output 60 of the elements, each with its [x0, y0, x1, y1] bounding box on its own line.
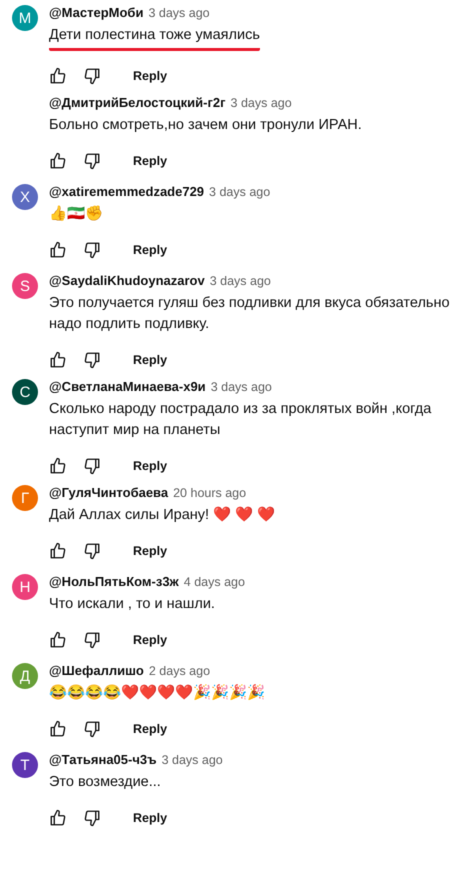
reply-button[interactable]: Reply — [133, 65, 168, 87]
reply-button[interactable]: Reply — [133, 807, 168, 829]
reply-button[interactable]: Reply — [133, 349, 168, 371]
comment-author[interactable]: @ДмитрийБелостоцкий-г2г — [49, 95, 226, 110]
thumb-up-icon[interactable] — [49, 351, 67, 369]
comment-author[interactable]: @xatirememmedzade729 — [49, 184, 204, 199]
comment-author[interactable]: @НольПятьКом-з3ж — [49, 574, 179, 589]
comment-author[interactable]: @ГуляЧинтобаева — [49, 485, 168, 500]
thumb-down-icon[interactable] — [83, 720, 101, 738]
thumb-up-icon[interactable] — [49, 152, 67, 170]
reply-button[interactable]: Reply — [133, 629, 168, 651]
avatar[interactable]: Н — [12, 574, 38, 600]
comment-time[interactable]: 3 days ago — [210, 380, 272, 394]
comment-time[interactable]: 3 days ago — [148, 6, 210, 20]
avatar[interactable]: X — [12, 184, 38, 210]
comment-text: Что искали , то и нашли. — [49, 595, 215, 614]
reply-button[interactable]: Reply — [133, 239, 168, 261]
comment-author[interactable]: @Шефаллишо — [49, 663, 144, 678]
avatar[interactable]: S — [12, 273, 38, 299]
thumb-up-icon[interactable] — [49, 241, 67, 259]
comment-time[interactable]: 3 days ago — [230, 96, 292, 110]
comment-text: 👍🇮🇷✊ — [49, 204, 103, 224]
comment-text: 😂😂😂😂❤❤❤❤🎉🎉🎉🎉 — [49, 683, 265, 703]
comment-time[interactable]: 3 days ago — [209, 185, 270, 199]
thumb-up-icon[interactable] — [49, 631, 67, 649]
thumb-up-icon[interactable] — [49, 542, 67, 560]
comment-author[interactable]: @Татьяна05-ч3ъ — [49, 752, 157, 767]
comment-text: Больно смотреть,но зачем они тронули ИРАН. — [49, 116, 362, 135]
comment-author[interactable]: @SaydaliKhudoynazarov — [49, 273, 205, 288]
comment-text: Это получается гуляш без подливки для вкуса обязательно надо подлить подливку. — [49, 294, 451, 334]
comment-author[interactable]: @МастерМоби — [49, 5, 144, 20]
comment-text: Дай Аллах силы Ирану! ❤ ❤ ❤ — [49, 506, 276, 525]
reply-button[interactable]: Reply — [133, 150, 168, 172]
comment-time[interactable]: 2 days ago — [148, 664, 210, 678]
thumb-down-icon[interactable] — [83, 542, 101, 560]
comment-time[interactable]: 4 days ago — [184, 575, 245, 589]
comment-time[interactable]: 20 hours ago — [173, 486, 246, 500]
comment-text: Дети полестина тоже умаялись — [49, 25, 260, 51]
thumb-down-icon[interactable] — [83, 152, 101, 170]
thumb-down-icon[interactable] — [83, 457, 101, 475]
reply-button[interactable]: Reply — [133, 455, 168, 477]
thumb-up-icon[interactable] — [49, 720, 67, 738]
comment-author[interactable]: @СветланаМинаева-х9и — [49, 379, 206, 394]
thumb-down-icon[interactable] — [83, 809, 101, 827]
avatar[interactable]: Т — [12, 752, 38, 778]
thumb-down-icon[interactable] — [83, 67, 101, 85]
comment-text: Сколько народу пострадало из за проклятых войн ,когда наступит мир на планеты — [49, 400, 432, 440]
thumb-down-icon[interactable] — [83, 631, 101, 649]
thumb-up-icon[interactable] — [49, 809, 67, 827]
reply-button[interactable]: Reply — [133, 540, 168, 562]
avatar[interactable]: С — [12, 379, 38, 405]
thumb-down-icon[interactable] — [83, 351, 101, 369]
comment-time[interactable]: 3 days ago — [210, 274, 271, 288]
comment-text: Это возмездие... — [49, 773, 161, 792]
thumb-up-icon[interactable] — [49, 457, 67, 475]
thumb-down-icon[interactable] — [83, 241, 101, 259]
comment-time[interactable]: 3 days ago — [162, 753, 223, 767]
thumb-up-icon[interactable] — [49, 67, 67, 85]
avatar[interactable]: М — [12, 5, 38, 31]
reply-button[interactable]: Reply — [133, 718, 168, 740]
